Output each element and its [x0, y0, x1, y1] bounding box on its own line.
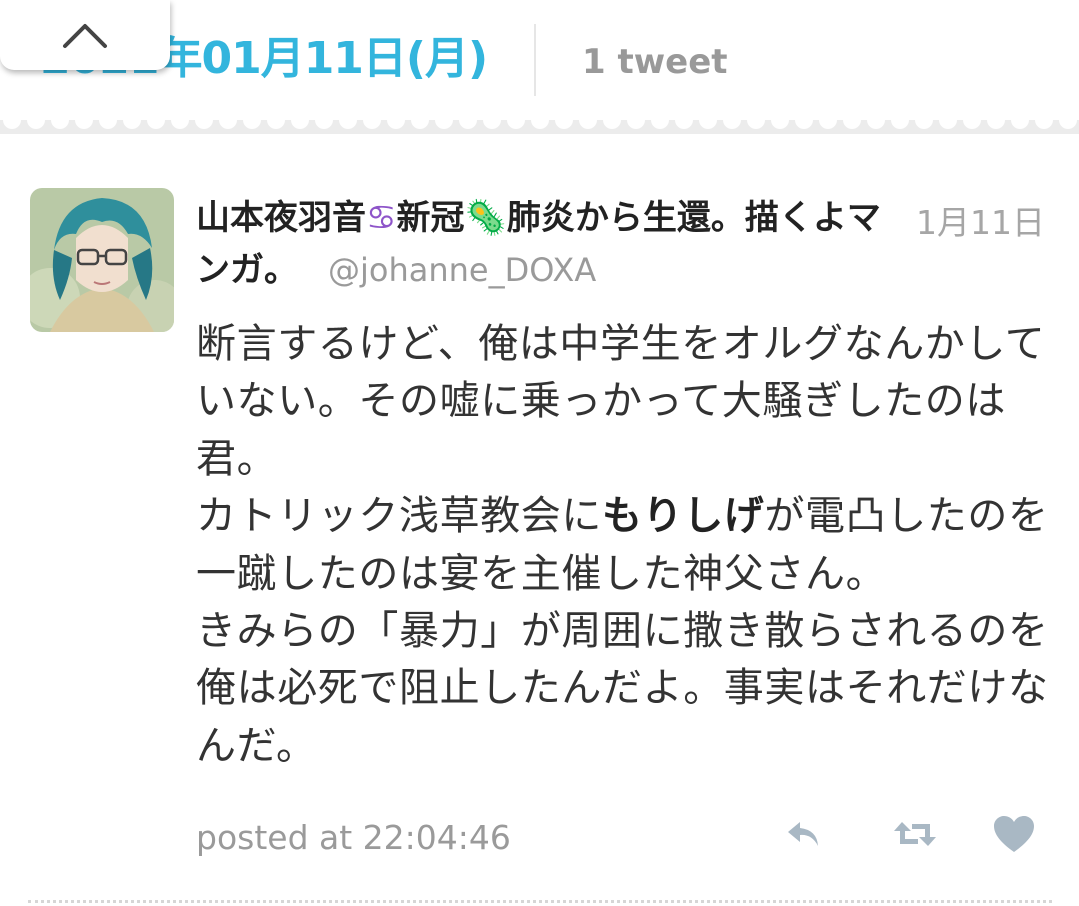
- cancer-zodiac-icon: ♋: [366, 198, 397, 238]
- tweet-divider: [28, 900, 1052, 903]
- tweet-text-part: カトリック浅草教会に: [196, 493, 602, 540]
- user-name[interactable]: 山本夜羽音♋新冠🦠肺炎から生還。描くよマンガ。 @johanne_DOXA: [196, 192, 886, 296]
- reply-button[interactable]: [784, 814, 824, 854]
- heart-icon: [992, 814, 1036, 854]
- header-divider: [534, 24, 536, 96]
- posted-at[interactable]: posted at 22:04:46: [196, 818, 511, 857]
- chevron-up-icon: [61, 20, 109, 50]
- user-name-part: 新冠: [396, 198, 465, 238]
- tweet-item: 山本夜羽音♋新冠🦠肺炎から生還。描くよマンガ。 @johanne_DOXA 1月1…: [0, 140, 1079, 906]
- avatar[interactable]: [30, 188, 174, 332]
- retweet-button[interactable]: [892, 814, 938, 854]
- reply-icon: [784, 814, 824, 854]
- user-name-part: 山本夜羽音: [196, 198, 366, 238]
- tweet-text-part: きみらの「暴力」が周囲に撒き散らされるのを俺は必死で阻止したんだよ。事実はそれだ…: [196, 608, 1049, 769]
- microbe-icon: 🦠: [464, 198, 507, 238]
- collapse-button[interactable]: [0, 0, 170, 70]
- tweet-text: 断言するけど、俺は中学生をオルグなんかしていない。その嘘に乗っかって大騒ぎしたの…: [196, 316, 1052, 775]
- date-header: 2021年01月11日(月) 1 tweet: [0, 0, 1079, 128]
- tweet-date[interactable]: 1月11日: [916, 196, 1045, 244]
- like-button[interactable]: [992, 814, 1036, 854]
- tweet-count: 1 tweet: [582, 42, 728, 82]
- scalloped-edge: [0, 120, 1079, 140]
- retweet-icon: [892, 814, 938, 854]
- mention-link[interactable]: もりしげ: [602, 493, 764, 539]
- user-handle[interactable]: @johanne_DOXA: [328, 251, 596, 289]
- tweet-text-part: 断言するけど、俺は中学生をオルグなんかしていない。その嘘に乗っかって大騒ぎしたの…: [196, 321, 1046, 482]
